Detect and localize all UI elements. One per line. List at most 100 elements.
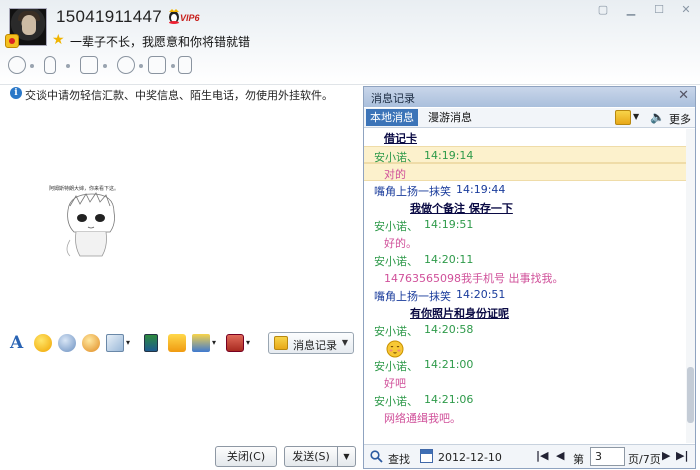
music-icon[interactable] [168,334,186,352]
message-text: 14763565098我手机号 出事找我。 [384,272,564,285]
message-body: 对的 [364,163,686,181]
chat-function-toolbar [8,56,208,76]
note-text: 借记卡 [384,132,417,145]
message-header: 嘴角上扬一抹笑 14:20:51 [364,286,686,304]
message-time: 14:19:14 [424,148,474,162]
note-message: 有你照片和身份证呢 [364,303,686,321]
shake-icon[interactable] [82,334,100,352]
info-icon: i [10,87,22,99]
message-header: 安小诺、 14:19:14 [364,145,686,164]
video-call-icon[interactable] [8,56,26,74]
sender-name: 安小诺、 [374,359,418,373]
history-tabs: 本地消息 漫游消息 ▼ 🔈 更多 [364,108,695,128]
next-page-icon[interactable]: ▶ [662,449,670,462]
add-member-icon[interactable] [117,56,135,74]
message-history-panel: 消息记录 ✕ 本地消息 漫游消息 ▼ 🔈 更多 借记卡 安小诺、 14:19:14 对… [363,86,696,469]
skin-icon[interactable]: ▢ [592,2,614,18]
message-body: 14763565098我手机号 出事找我。 [364,268,686,286]
window-close-icon[interactable]: ✕ [675,2,697,18]
panel-close-icon[interactable]: ✕ [678,88,689,103]
tab-roaming-messages[interactable]: 漫游消息 [428,109,472,126]
message-body: 好吧 [364,373,686,391]
message-text: 网络通缉我吧。 [384,412,461,425]
message-header: 安小诺、 14:21:00 [364,356,686,374]
message-time: 14:20:51 [456,287,506,301]
speaker-icon[interactable]: 🔈 [650,110,665,124]
history-footer: 查找 2012-12-10 |◀ ◀ 第 3 页/7页 ▶ ▶| [364,444,695,468]
export-icon[interactable] [615,110,631,125]
security-notice: i 交谈中请勿轻信汇款、中奖信息、陌生电话，勿使用外挂软件。 [8,86,358,102]
contact-nickname: 15041911447 [56,7,163,26]
avatar-face [22,15,36,35]
note-text: 有你照片和身份证呢 [410,307,509,320]
tab-local-messages[interactable]: 本地消息 [366,109,418,126]
dropdown-dot-icon[interactable] [171,64,175,68]
message-history-label: 消息记录 [293,339,337,352]
sender-name: 安小诺、 [374,219,418,233]
dropdown-dot-icon[interactable] [139,64,143,68]
magic-emoji-icon[interactable] [58,334,76,352]
sender-name: 嘴角上扬一抹笑 [374,184,451,198]
dropdown-dot-icon[interactable] [103,64,107,68]
page-number-input[interactable]: 3 [590,447,625,466]
contact-signature: 一辈子不长，我愿意和你将错就错 [70,35,251,49]
scroll-thumb[interactable] [687,367,694,423]
image-icon[interactable] [144,334,158,352]
message-body: 好的。 [364,233,686,251]
message-time: 14:21:00 [424,357,474,371]
font-icon[interactable]: A [10,334,28,352]
screenshot-dropdown-icon[interactable]: ▾ [126,334,134,352]
search-button[interactable]: 查找 [388,451,410,467]
dropdown-dot-icon[interactable] [30,64,34,68]
send-file-icon[interactable] [80,56,98,74]
sender-name: 安小诺、 [374,254,418,268]
prev-page-icon[interactable]: ◀ [556,449,564,462]
vip-badge: VIP6 [180,13,200,23]
send-button[interactable]: 发送(S) [284,446,338,467]
scene-icon[interactable] [192,334,210,352]
maximize-icon[interactable]: ☐ [648,2,670,18]
more-button[interactable]: 更多 [669,111,691,127]
cartoon-sticker-image: 阿姆斯特朗大婶，你来看下这。 [49,185,119,257]
star-icon: ★ [52,32,65,48]
minimize-icon[interactable]: ▁ [620,2,642,18]
message-text: 好吧 [384,377,406,390]
toolbox-dropdown-icon[interactable]: ▾ [246,334,254,352]
scene-dropdown-icon[interactable]: ▾ [212,334,220,352]
sender-name: 安小诺、 [374,394,418,408]
message-header: 嘴角上扬一抹笑 14:19:44 [364,181,686,199]
emoji-icon[interactable] [34,334,52,352]
message-time: 14:21:06 [424,392,474,406]
qq-status-icon [5,34,19,48]
message-header: 安小诺、 14:21:06 [364,391,686,409]
toolbox-icon[interactable] [226,334,244,352]
voice-call-icon[interactable] [44,56,56,74]
chevron-down-icon: ▼ [341,338,348,347]
date-value[interactable]: 2012-12-10 [438,451,502,464]
dropdown-dot-icon[interactable] [66,64,70,68]
remote-desktop-icon[interactable] [148,56,166,74]
scrollbar[interactable] [686,129,695,443]
calendar-icon[interactable] [420,449,433,463]
message-list: 借记卡 安小诺、 14:19:14 对的 嘴角上扬一抹笑 14:19:44 我做个备注 保存… [364,129,686,443]
last-page-icon[interactable]: ▶| [676,449,688,462]
app-menu-icon[interactable] [178,56,192,74]
note-text: 我做个备注 保存一下 [410,202,513,215]
send-options-button[interactable]: ▼ [338,446,356,467]
message-text: 好的。 [384,237,417,250]
panel-title: 消息记录 [371,92,415,105]
sender-name: 安小诺、 [374,324,418,338]
screenshot-icon[interactable] [106,334,124,352]
message-header: 安小诺、 14:20:11 [364,251,686,269]
message-header: 安小诺、 14:19:51 [364,216,686,234]
close-button[interactable]: 关闭(C) [215,446,277,467]
message-time: 14:20:11 [424,252,474,266]
security-notice-text: 交谈中请勿轻信汇款、中奖信息、陌生电话，勿使用外挂软件。 [25,89,333,102]
message-history-button[interactable]: 消息记录 ▼ [268,332,354,354]
chevron-down-icon[interactable]: ▼ [633,112,639,121]
history-icon [274,336,288,350]
search-icon[interactable] [370,450,383,463]
message-input[interactable] [0,358,360,440]
message-time: 14:19:44 [456,182,506,196]
first-page-icon[interactable]: |◀ [536,449,548,462]
